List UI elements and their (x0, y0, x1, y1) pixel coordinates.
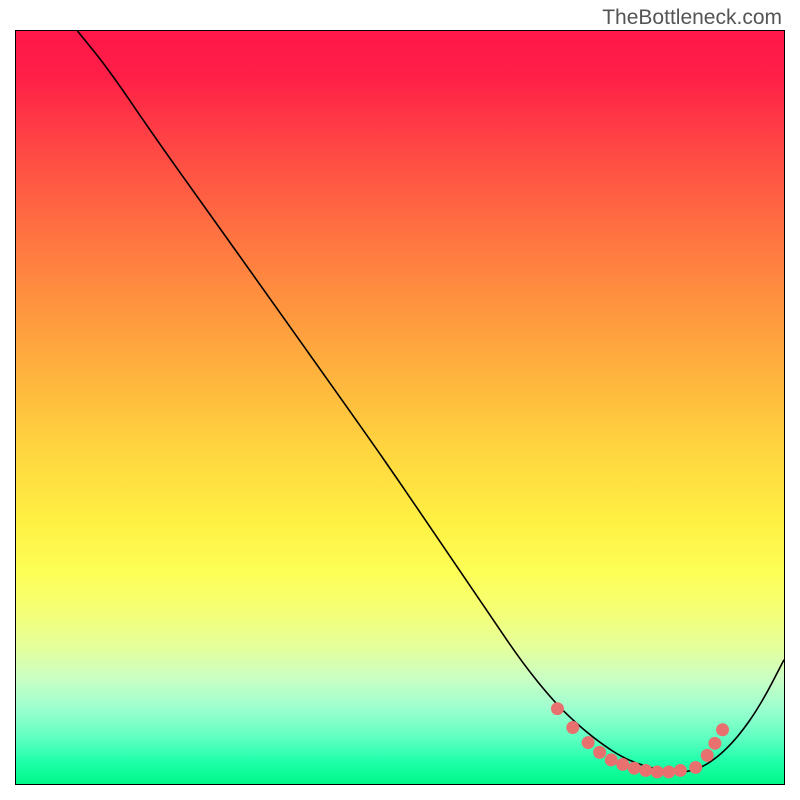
dot (551, 702, 564, 715)
dot (674, 764, 687, 777)
dot (662, 765, 675, 778)
curve-overlay (16, 31, 784, 784)
bottleneck-curve (77, 31, 784, 772)
dot (701, 749, 714, 762)
dot (582, 736, 595, 749)
watermark-text: TheBottleneck.com (602, 6, 782, 30)
dot (708, 737, 721, 750)
dot (616, 758, 629, 771)
dot (628, 762, 641, 775)
dot (689, 761, 702, 774)
dot (566, 721, 579, 734)
dot (593, 746, 606, 759)
dot (639, 764, 652, 777)
dot (605, 753, 618, 766)
dot (716, 723, 729, 736)
chart-plot-area (15, 30, 785, 785)
dot (651, 765, 664, 778)
